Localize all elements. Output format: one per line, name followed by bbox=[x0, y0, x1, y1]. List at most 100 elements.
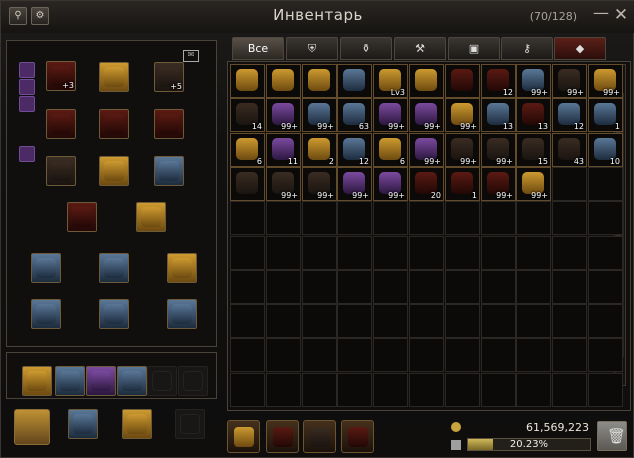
tab-keys[interactable]: ⚷ bbox=[501, 37, 553, 60]
inventory-slot[interactable]: 99+ bbox=[337, 167, 372, 201]
equipment-slot[interactable] bbox=[67, 202, 97, 232]
inventory-slot[interactable]: 99+ bbox=[266, 167, 301, 201]
inventory-slot[interactable]: 99+ bbox=[516, 64, 551, 98]
inventory-slot[interactable] bbox=[588, 167, 623, 201]
inventory-slot[interactable]: 99+ bbox=[552, 64, 587, 98]
artifact-slot[interactable] bbox=[68, 409, 98, 439]
equipment-slot[interactable] bbox=[86, 366, 116, 396]
inventory-slot[interactable] bbox=[230, 167, 265, 201]
inventory-slot[interactable] bbox=[373, 270, 408, 304]
inventory-slot[interactable] bbox=[588, 373, 623, 407]
equipment-slot[interactable] bbox=[31, 253, 61, 283]
inventory-slot[interactable] bbox=[516, 270, 551, 304]
inventory-slot[interactable] bbox=[445, 201, 480, 235]
inventory-slot[interactable]: 99+ bbox=[481, 133, 516, 167]
inventory-slot[interactable]: 6 bbox=[230, 133, 265, 167]
inventory-slot[interactable] bbox=[409, 270, 444, 304]
inventory-slot[interactable]: 13 bbox=[481, 98, 516, 132]
inventory-slot[interactable] bbox=[266, 373, 301, 407]
inventory-slot[interactable]: 6 bbox=[373, 133, 408, 167]
equipment-slot[interactable] bbox=[46, 109, 76, 139]
inventory-slot[interactable]: 99+ bbox=[302, 167, 337, 201]
inventory-slot[interactable]: 12 bbox=[552, 98, 587, 132]
equipment-slot[interactable] bbox=[99, 109, 129, 139]
inventory-slot[interactable] bbox=[481, 201, 516, 235]
sort-inventory-button[interactable] bbox=[227, 420, 260, 453]
inventory-slot[interactable] bbox=[373, 236, 408, 270]
inventory-slot[interactable] bbox=[373, 201, 408, 235]
inventory-slot[interactable] bbox=[337, 201, 372, 235]
inventory-slot[interactable] bbox=[409, 201, 444, 235]
inventory-slot[interactable] bbox=[302, 270, 337, 304]
equipment-slot[interactable] bbox=[99, 299, 129, 329]
inventory-slot[interactable] bbox=[552, 201, 587, 235]
combine-button[interactable] bbox=[341, 420, 374, 453]
inventory-slot[interactable] bbox=[337, 338, 372, 372]
inventory-slot[interactable] bbox=[481, 236, 516, 270]
inventory-slot[interactable] bbox=[516, 236, 551, 270]
inventory-slot[interactable]: 99+ bbox=[588, 64, 623, 98]
inventory-slot[interactable] bbox=[552, 270, 587, 304]
inventory-slot[interactable]: 12 bbox=[337, 133, 372, 167]
inventory-slot[interactable] bbox=[552, 304, 587, 338]
artifact-slot[interactable] bbox=[14, 409, 50, 445]
inventory-slot[interactable] bbox=[445, 236, 480, 270]
equipment-slot[interactable] bbox=[117, 366, 147, 396]
buff-slot[interactable] bbox=[19, 79, 35, 95]
inventory-slot[interactable] bbox=[373, 338, 408, 372]
inventory-slot[interactable] bbox=[266, 270, 301, 304]
inventory-slot[interactable]: 12 bbox=[481, 64, 516, 98]
inventory-slot[interactable]: 99+ bbox=[445, 133, 480, 167]
inventory-slot[interactable] bbox=[302, 236, 337, 270]
dismantle-button[interactable] bbox=[266, 420, 299, 453]
equipment-slot[interactable] bbox=[167, 299, 197, 329]
inventory-slot[interactable] bbox=[302, 338, 337, 372]
inventory-slot[interactable] bbox=[230, 338, 265, 372]
inventory-slot[interactable]: 99+ bbox=[302, 98, 337, 132]
inventory-slot[interactable] bbox=[445, 338, 480, 372]
inventory-slot[interactable] bbox=[337, 304, 372, 338]
inventory-slot[interactable]: 14 bbox=[230, 98, 265, 132]
inventory-slot[interactable] bbox=[409, 338, 444, 372]
inventory-slot[interactable] bbox=[302, 304, 337, 338]
equipment-slot[interactable] bbox=[147, 366, 177, 396]
inventory-slot[interactable]: 15 bbox=[516, 133, 551, 167]
equipment-slot[interactable] bbox=[136, 202, 166, 232]
artifact-slot[interactable] bbox=[122, 409, 152, 439]
equipment-slot[interactable] bbox=[46, 156, 76, 186]
inventory-slot[interactable]: 20 bbox=[409, 167, 444, 201]
equipment-slot[interactable] bbox=[99, 156, 129, 186]
inventory-slot[interactable] bbox=[266, 201, 301, 235]
equipment-slot[interactable] bbox=[22, 366, 52, 396]
inventory-slot[interactable] bbox=[445, 270, 480, 304]
equipment-slot[interactable] bbox=[31, 299, 61, 329]
inventory-slot[interactable] bbox=[588, 270, 623, 304]
tab-armor[interactable]: ⛨ bbox=[286, 37, 338, 60]
buff-slot[interactable] bbox=[19, 146, 35, 162]
inventory-slot[interactable] bbox=[230, 270, 265, 304]
inventory-slot[interactable] bbox=[588, 236, 623, 270]
inventory-slot[interactable] bbox=[302, 201, 337, 235]
inventory-slot[interactable] bbox=[445, 304, 480, 338]
trash-button[interactable]: 🗑 bbox=[597, 421, 627, 451]
inventory-slot[interactable] bbox=[552, 373, 587, 407]
inventory-slot[interactable] bbox=[266, 236, 301, 270]
minimize-icon[interactable]: — bbox=[593, 5, 609, 23]
inventory-slot[interactable] bbox=[588, 338, 623, 372]
tab-potions[interactable]: ⚱ bbox=[340, 37, 392, 60]
inventory-slot[interactable] bbox=[302, 64, 337, 98]
inventory-slot[interactable] bbox=[337, 236, 372, 270]
inventory-slot[interactable] bbox=[266, 338, 301, 372]
tab-all[interactable]: Все bbox=[232, 37, 284, 60]
inventory-slot[interactable] bbox=[409, 373, 444, 407]
inventory-slot[interactable] bbox=[588, 304, 623, 338]
inventory-slot[interactable] bbox=[481, 373, 516, 407]
inventory-slot[interactable]: 99+ bbox=[409, 98, 444, 132]
storage-button[interactable] bbox=[303, 420, 336, 453]
inventory-slot[interactable]: 99+ bbox=[481, 167, 516, 201]
inventory-slot[interactable]: 1 bbox=[588, 98, 623, 132]
inventory-slot[interactable]: 13 bbox=[516, 98, 551, 132]
equipment-slot[interactable] bbox=[178, 366, 208, 396]
equipment-slot[interactable] bbox=[55, 366, 85, 396]
inventory-slot[interactable] bbox=[337, 373, 372, 407]
